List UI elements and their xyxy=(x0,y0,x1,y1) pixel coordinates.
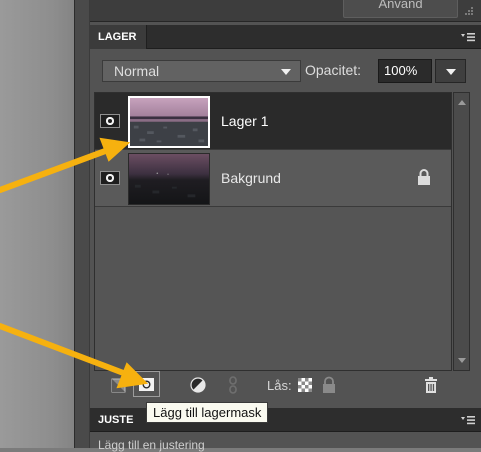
blend-mode-value: Normal xyxy=(114,63,160,79)
layer-name: Lager 1 xyxy=(221,113,269,129)
blend-mode-select[interactable]: Normal xyxy=(102,60,301,82)
layers-scrollbar[interactable] xyxy=(453,92,470,371)
opacity-dropdown-button[interactable] xyxy=(435,59,466,83)
lock-label: Lås: xyxy=(267,378,292,393)
layers-panel-tab[interactable]: LAGER xyxy=(90,25,147,49)
adjustment-icon[interactable] xyxy=(189,376,207,394)
lock-icon xyxy=(418,169,430,185)
opacity-label: Opacitet: xyxy=(305,62,362,78)
layers-toolbar: Lås: xyxy=(90,371,481,398)
layer-row-bakgrund[interactable]: Bakgrund xyxy=(95,150,451,207)
layer-name: Bakgrund xyxy=(221,170,281,186)
adjustments-hint: Lägg till en justering xyxy=(98,438,205,452)
new-layer-icon[interactable] xyxy=(110,376,128,394)
trash-icon[interactable] xyxy=(422,376,440,394)
canvas-background xyxy=(0,0,74,448)
lock-all-icon[interactable] xyxy=(320,376,338,394)
scroll-up-icon[interactable] xyxy=(458,100,466,105)
visibility-eye-icon[interactable] xyxy=(100,114,120,128)
tooltip: Lägg till lagermask xyxy=(146,402,269,423)
add-mask-icon xyxy=(139,378,154,391)
layers-list: Lager 1 Bakgrund xyxy=(94,92,452,371)
link-icon[interactable] xyxy=(224,376,242,394)
panel-bin: Anvand LAGER Normal Opacitet: 100% Lager… xyxy=(90,0,481,452)
chevron-down-icon xyxy=(281,69,291,75)
add-mask-button[interactable] xyxy=(133,371,160,397)
scroll-down-icon[interactable] xyxy=(458,358,466,363)
layers-panel-header: LAGER xyxy=(90,25,481,49)
panel-menu-icon[interactable] xyxy=(461,415,475,425)
panel-menu-icon[interactable] xyxy=(461,32,475,42)
panel-divider[interactable] xyxy=(74,0,90,448)
lock-transparency-icon[interactable] xyxy=(296,376,314,394)
previous-panel-strip: Anvand xyxy=(90,0,481,22)
resize-grip-icon[interactable] xyxy=(464,6,474,16)
opacity-input[interactable]: 100% xyxy=(378,59,432,83)
layer-row-lager-1[interactable]: Lager 1 xyxy=(95,93,451,150)
layer-thumbnail xyxy=(128,96,210,148)
visibility-eye-icon[interactable] xyxy=(100,171,120,185)
previous-panel-button[interactable]: Anvand xyxy=(343,0,458,18)
adjustments-panel-tab[interactable]: JUSTE xyxy=(98,408,133,432)
chevron-down-icon xyxy=(446,69,456,75)
layer-thumbnail xyxy=(128,153,210,205)
